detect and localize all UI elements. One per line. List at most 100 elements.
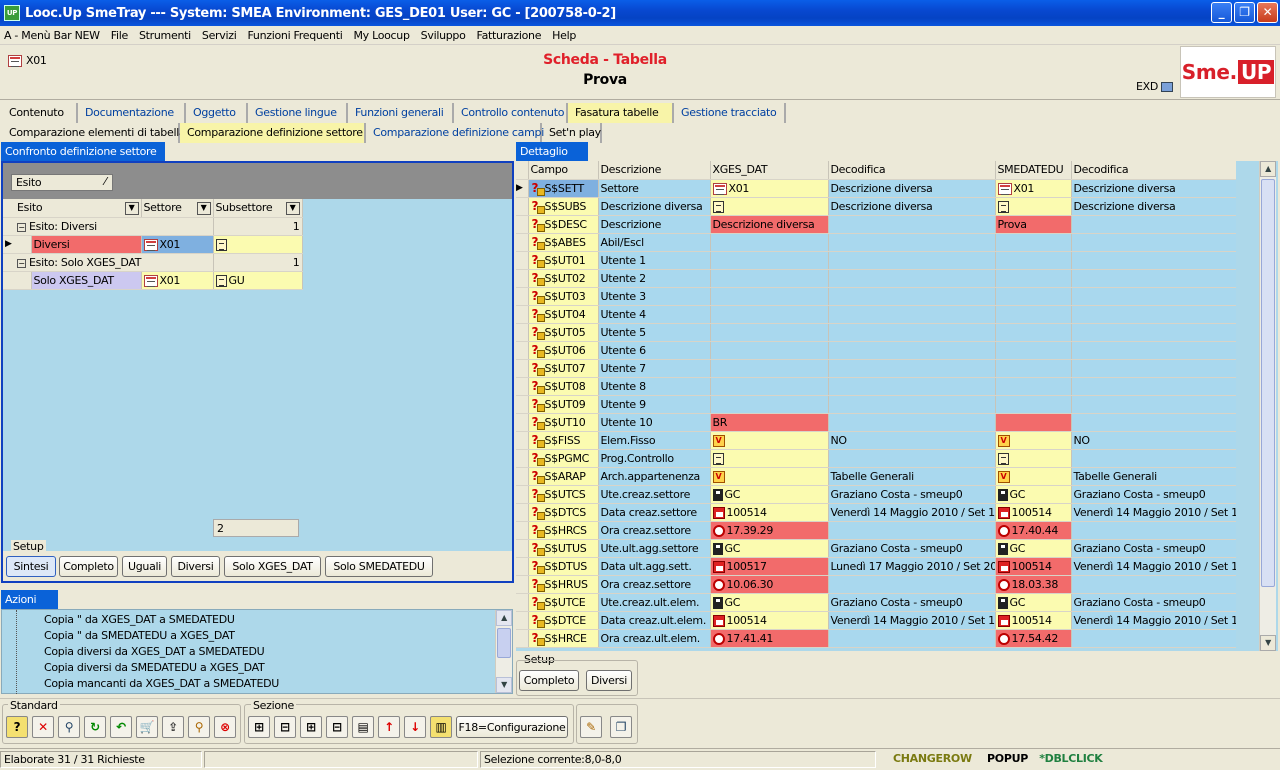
action-item[interactable]: Copia diversi da XGES_DAT a SMEDATEDU	[44, 645, 265, 658]
exd-indicator[interactable]: EXD	[1136, 80, 1174, 93]
tab-gestione-lingue[interactable]: Gestione lingue	[248, 103, 348, 123]
table-row[interactable]: ▶ S$SETT Settore X01 Descrizione diversa X01 D…	[516, 179, 1237, 198]
menu-item-menu-bar-new[interactable]: A - Menù Bar NEW	[4, 29, 100, 42]
tab-documentazione[interactable]: Documentazione	[78, 103, 186, 123]
solo-smedatedu-button[interactable]: Solo SMEDATEDU	[325, 556, 433, 577]
col-header-decodifica-b[interactable]: Decodifica	[1071, 161, 1237, 180]
table-row[interactable]: S$UT02 Utente 2	[516, 269, 1237, 288]
solo-xges-dat-button[interactable]: Solo XGES_DAT	[224, 556, 321, 577]
col-header-smedatedu[interactable]: SMEDATEDU	[995, 161, 1072, 180]
tree-expand-icon[interactable]: ⊞	[248, 716, 270, 738]
help-icon[interactable]: ?	[6, 716, 28, 738]
table-row[interactable]: S$HRCS Ora creaz.settore 17.39.29 17.40.44	[516, 521, 1237, 540]
collapse-icon[interactable]: −	[17, 222, 26, 232]
table-row[interactable]: S$HRUS Ora creaz.settore 10.06.30 18.03.38	[516, 575, 1237, 594]
menu-item-servizi[interactable]: Servizi	[202, 29, 237, 42]
cart-icon[interactable]: 🛒	[136, 716, 158, 738]
dropdown-arrow-icon[interactable]: ▼	[196, 201, 211, 215]
table-row[interactable]: S$UT09 Utente 9	[516, 395, 1237, 414]
columns-icon[interactable]: ▥	[430, 716, 452, 738]
scroll-down-icon[interactable]: ▼	[496, 677, 512, 693]
scroll-down-icon[interactable]: ▼	[1260, 635, 1276, 651]
table-row[interactable]: Solo XGES_DAT X01 GU	[3, 271, 303, 290]
table-row[interactable]: S$DTUS Data ult.agg.sett. 100517 Lunedì 17 …	[516, 557, 1237, 576]
table-row[interactable]: S$PGMC Prog.Controllo	[516, 449, 1237, 468]
col-header-esito[interactable]: Esito ▼	[3, 199, 142, 218]
table-row[interactable]: S$DTCE Data creaz.ult.elem. 100514 Venerdì …	[516, 611, 1237, 630]
table-row[interactable]: S$UT05 Utente 5	[516, 323, 1237, 342]
col-header-campo[interactable]: Campo	[528, 161, 599, 180]
tab-oggetto[interactable]: Oggetto	[186, 103, 248, 123]
scroll-thumb[interactable]	[497, 628, 511, 658]
table-row[interactable]: S$DESC DescrizioneDescrizione diversa Prov…	[516, 215, 1237, 234]
tree-level-icon[interactable]: ⊟	[326, 716, 348, 738]
col-header-subsettore[interactable]: Subsettore ▼	[213, 199, 303, 218]
close-icon[interactable]: ✕	[32, 716, 54, 738]
table-row[interactable]: S$UT06 Utente 6	[516, 341, 1237, 360]
tab-fasatura-tabelle[interactable]: Fasatura tabelle	[568, 103, 674, 123]
zoom-icon[interactable]: ⚲	[188, 716, 210, 738]
configurazione-button[interactable]: F18=Configurazione	[456, 716, 568, 738]
tab-contenuto[interactable]: Contenuto	[2, 103, 78, 123]
completo-button[interactable]: Completo	[59, 556, 118, 577]
menu-item-help[interactable]: Help	[552, 29, 576, 42]
group-row[interactable]: − Esito: Solo XGES_DAT 1	[3, 253, 303, 272]
restore-button[interactable]: ❐	[1234, 2, 1255, 23]
table-row[interactable]: ▶ Diversi X01	[3, 235, 303, 254]
action-item[interactable]: Copia mancanti da XGES_DAT a SMEDATEDU	[44, 677, 279, 690]
menu-item-my-loocup[interactable]: My Loocup	[353, 29, 410, 42]
menu-item-file[interactable]: File	[111, 29, 129, 42]
detail-completo-button[interactable]: Completo	[519, 670, 579, 691]
detail-scrollbar[interactable]: ▲ ▼	[1259, 161, 1276, 651]
menu-item-strumenti[interactable]: Strumenti	[139, 29, 191, 42]
tab-comparazione-definizione-settore[interactable]: Comparazione definizione settore	[180, 123, 366, 143]
table-row[interactable]: S$UT08 Utente 8	[516, 377, 1237, 396]
refresh-icon[interactable]: ↻	[84, 716, 106, 738]
table-row[interactable]: S$HRCE Ora creaz.ult.elem. 17.41.41 17.54.4…	[516, 629, 1237, 648]
action-item[interactable]: Copia " da XGES_DAT a SMEDATEDU	[44, 613, 235, 626]
col-header-decodifica-a[interactable]: Decodifica	[828, 161, 996, 180]
table-row[interactable]: S$UTCE Ute.creaz.ult.elem. GC Graziano Cost…	[516, 593, 1237, 612]
close-window-button[interactable]: ✕	[1257, 2, 1278, 23]
sintesi-button[interactable]: Sintesi	[6, 556, 56, 577]
col-header-descrizione[interactable]: Descrizione	[598, 161, 711, 180]
table-row[interactable]: S$UT03 Utente 3	[516, 287, 1237, 306]
table-row[interactable]: S$ABES Abil/Escl	[516, 233, 1237, 252]
search-icon[interactable]: ⚲	[58, 716, 80, 738]
export-icon[interactable]: ⇪	[162, 716, 184, 738]
scroll-thumb[interactable]	[1261, 179, 1275, 587]
group-row[interactable]: − Esito: Diversi 1	[3, 217, 303, 236]
tab-funzioni-generali[interactable]: Funzioni generali	[348, 103, 454, 123]
table-row[interactable]: S$UT07 Utente 7	[516, 359, 1237, 378]
tab-comparazione-elementi[interactable]: Comparazione elementi di tabella	[2, 123, 186, 143]
table-row[interactable]: S$DTCS Data creaz.settore 100514 Venerdì 14…	[516, 503, 1237, 522]
col-header-xges-dat[interactable]: XGES_DAT	[710, 161, 829, 180]
tab-gestione-tracciato[interactable]: Gestione tracciato	[674, 103, 786, 123]
group-chip-esito[interactable]: Esito ⁄	[11, 174, 113, 191]
table-row[interactable]: S$UT10 Utente 10BR	[516, 413, 1237, 432]
table-row[interactable]: S$FISSElem.FissoVNOVNO	[516, 431, 1237, 450]
minimize-button[interactable]: _	[1211, 2, 1232, 23]
menu-item-fatturazione[interactable]: Fatturazione	[477, 29, 542, 42]
scroll-up-icon[interactable]: ▲	[1260, 161, 1276, 177]
col-header-settore[interactable]: Settore ▼	[141, 199, 214, 218]
menu-item-funzioni-frequenti[interactable]: Funzioni Frequenti	[247, 29, 342, 42]
table-row[interactable]: S$SUBS Descrizione diversa Descrizione div…	[516, 197, 1237, 216]
table-row[interactable]: S$UT01 Utente 1	[516, 251, 1237, 270]
arrow-back-icon[interactable]: ↶	[110, 716, 132, 738]
dropdown-arrow-icon[interactable]: ▼	[285, 201, 300, 215]
collapse-icon[interactable]: −	[17, 258, 26, 268]
window-icon[interactable]: ▤	[352, 716, 374, 738]
action-item[interactable]: Copia diversi da SMEDATEDU a XGES_DAT	[44, 661, 265, 674]
menu-item-sviluppo[interactable]: Sviluppo	[421, 29, 466, 42]
tab-controllo-contenuto[interactable]: Controllo contenuto	[454, 103, 568, 123]
action-item[interactable]: Copia " da SMEDATEDU a XGES_DAT	[44, 629, 235, 642]
tree-collapse-icon[interactable]: ⊟	[274, 716, 296, 738]
actions-scrollbar[interactable]: ▲ ▼	[495, 610, 512, 693]
table-row[interactable]: S$UTCS Ute.creaz.settore GC Graziano Costa …	[516, 485, 1237, 504]
table-row[interactable]: S$UT04 Utente 4	[516, 305, 1237, 324]
tab-comparazione-definizione-campi[interactable]: Comparazione definizione campi	[366, 123, 544, 143]
stop-icon[interactable]: ⊗	[214, 716, 236, 738]
uguali-button[interactable]: Uguali	[122, 556, 167, 577]
detail-diversi-button[interactable]: Diversi	[586, 670, 632, 691]
